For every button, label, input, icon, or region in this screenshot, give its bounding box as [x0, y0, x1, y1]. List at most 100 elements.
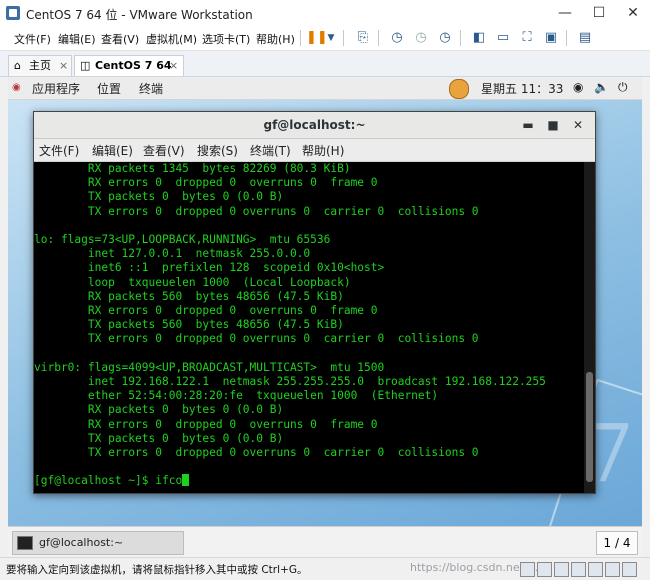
- tab-home-label: 主页: [29, 59, 51, 72]
- term-menu-search[interactable]: 搜索(S): [197, 142, 238, 159]
- terminal-line: virbr0: flags=4099<UP,BROADCAST,MULTICAS…: [34, 360, 385, 374]
- terminal-line: RX packets 560 bytes 48656 (47.5 KiB): [34, 289, 344, 303]
- term-menu-help[interactable]: 帮助(H): [302, 142, 344, 159]
- terminal-output[interactable]: RX packets 1345 bytes 82269 (80.3 KiB) R…: [34, 162, 584, 493]
- gnome-top-bar: ◉ 应用程序 位置 终端 星期五 11：33 ◉ 🔈 ⏻: [8, 77, 642, 100]
- device-printer-icon[interactable]: [605, 562, 620, 577]
- terminal-menu-bar: 文件(F) 编辑(E) 查看(V) 搜索(S) 终端(T) 帮助(H): [34, 139, 595, 162]
- power-icon[interactable]: ⏻: [618, 80, 628, 95]
- guest-taskbar: gf@localhost:~ 1 / 4: [8, 526, 642, 557]
- terminal-line: ether 52:54:00:28:20:fe txqueuelen 1000 …: [34, 389, 439, 403]
- terminal-line: inet 192.168.122.1 netmask 255.255.255.0…: [34, 375, 546, 389]
- sidebar-toggle-icon[interactable]: ◧: [470, 29, 488, 47]
- toolbar-divider: [300, 30, 301, 46]
- vmware-logo-icon: [6, 6, 20, 20]
- snapshot-icon[interactable]: ◷: [388, 29, 406, 47]
- toolbar-divider: [566, 30, 567, 46]
- places-menu[interactable]: 位置: [97, 80, 121, 97]
- minimize-icon[interactable]: —: [548, 0, 582, 26]
- device-cdrom-icon[interactable]: [537, 562, 552, 577]
- device-display-icon[interactable]: [622, 562, 637, 577]
- terminal-line: inet6 ::1 prefixlen 128 scopeid 0x10<hos…: [34, 261, 385, 275]
- term-menu-edit[interactable]: 编辑(E): [92, 142, 133, 159]
- volume-icon[interactable]: 🔈: [594, 80, 609, 94]
- clock[interactable]: 星期五 11：33: [481, 80, 563, 97]
- terminal-title-bar[interactable]: gf@localhost:~ ▬ ■ ✕: [34, 112, 595, 139]
- terminal-line: TX packets 0 bytes 0 (0.0 B): [34, 431, 284, 445]
- taskbar-terminal-item[interactable]: gf@localhost:~: [12, 531, 184, 555]
- menu-vm[interactable]: 虚拟机(M): [146, 31, 197, 47]
- toolbar-divider: [460, 30, 461, 46]
- terminal-line: TX errors 0 dropped 0 overruns 0 carrier…: [34, 204, 479, 218]
- terminal-prompt-line[interactable]: [gf@localhost ~]$ ifco: [34, 474, 546, 488]
- device-network-icon[interactable]: [554, 562, 569, 577]
- snapshot-manager-icon[interactable]: ◷: [436, 29, 454, 47]
- terminal-icon: [17, 536, 33, 550]
- tab-home[interactable]: ⌂ 主页 ×: [8, 55, 72, 76]
- watermark: https://blog.csdn.net/...: [410, 561, 539, 574]
- terminal-line: TX packets 560 bytes 48656 (47.5 KiB): [34, 318, 344, 332]
- term-menu-view[interactable]: 查看(V): [143, 142, 185, 159]
- terminal-scrollbar[interactable]: [584, 162, 595, 493]
- menu-file[interactable]: 文件(F): [14, 31, 51, 47]
- apps-menu-icon: ◉: [12, 82, 21, 93]
- taskbar-item-label: gf@localhost:~: [39, 536, 124, 549]
- vmware-menu-bar: 文件(F) 编辑(E) 查看(V) 虚拟机(M) 选项卡(T) 帮助(H) ❚❚…: [0, 26, 650, 51]
- text-cursor: [182, 474, 190, 487]
- maximize-icon[interactable]: ☐: [582, 0, 616, 26]
- maximize-icon[interactable]: ■: [545, 117, 561, 133]
- toolbar-divider: [343, 30, 344, 46]
- terminal-line: loop txqueuelen 1000 (Local Loopback): [34, 275, 351, 289]
- vmware-status-bar: 要将输入定向到该虚拟机，请将鼠标指针移入其中或按 Ctrl+G。 https:/…: [0, 557, 650, 580]
- unity-icon[interactable]: ▣: [542, 29, 560, 47]
- terminal-line: TX errors 0 dropped 0 overruns 0 carrier…: [34, 446, 479, 460]
- device-usb-icon[interactable]: [571, 562, 586, 577]
- terminal-line: lo: flags=73<UP,LOOPBACK,RUNNING> mtu 65…: [34, 233, 331, 247]
- term-menu-file[interactable]: 文件(F): [39, 142, 79, 159]
- terminal-line: RX packets 1345 bytes 82269 (80.3 KiB): [34, 162, 351, 175]
- menu-tabs[interactable]: 选项卡(T): [202, 31, 250, 47]
- shell-prompt: [gf@localhost ~]$: [34, 474, 156, 488]
- tab-close-icon[interactable]: ×: [59, 56, 68, 76]
- updates-icon[interactable]: [449, 79, 469, 99]
- console-view-icon[interactable]: ▭: [494, 29, 512, 47]
- minimize-icon[interactable]: ▬: [520, 117, 536, 133]
- term-menu-terminal[interactable]: 终端(T): [250, 142, 291, 159]
- home-icon: ⌂: [14, 59, 21, 72]
- terminal-line: RX packets 0 bytes 0 (0.0 B): [34, 403, 284, 417]
- toolbar-divider: [378, 30, 379, 46]
- scrollbar-thumb[interactable]: [586, 372, 593, 482]
- terminal-title: gf@localhost:~: [263, 118, 366, 132]
- tab-close-icon[interactable]: ×: [169, 56, 178, 76]
- network-icon[interactable]: ◉: [573, 80, 583, 94]
- vmware-tab-bar: ⌂ 主页 × ◫ CentOS 7 64 位 ×: [0, 52, 650, 92]
- terminal-line: RX errors 0 dropped 0 overruns 0 frame 0: [34, 304, 378, 318]
- menu-help[interactable]: 帮助(H): [256, 31, 295, 47]
- fullscreen-icon[interactable]: ⛶: [518, 29, 536, 47]
- command-input[interactable]: ifco: [155, 474, 182, 487]
- close-icon[interactable]: ✕: [616, 0, 650, 26]
- vmware-title-bar: CentOS 7 64 位 - VMware Workstation — ☐ ✕: [0, 0, 650, 26]
- workspace-pager[interactable]: 1 / 4: [596, 531, 638, 555]
- terminal-line: TX errors 0 dropped 0 overruns 0 carrier…: [34, 332, 479, 346]
- terminal-app-menu[interactable]: 终端: [139, 80, 163, 97]
- send-ctrl-alt-del-icon[interactable]: ⎘: [354, 29, 372, 47]
- terminal-text: RX packets 1345 bytes 82269 (80.3 KiB) R…: [34, 162, 546, 489]
- terminal-line: inet 127.0.0.1 netmask 255.0.0.0: [34, 247, 311, 261]
- terminal-line: TX packets 0 bytes 0 (0.0 B): [34, 190, 284, 204]
- terminal-line: RX errors 0 dropped 0 overruns 0 frame 0: [34, 176, 378, 190]
- menu-view[interactable]: 查看(V): [101, 31, 139, 47]
- close-icon[interactable]: ✕: [570, 117, 586, 133]
- chevron-down-icon[interactable]: ▼: [322, 29, 340, 47]
- terminal-line: RX errors 0 dropped 0 overruns 0 frame 0: [34, 417, 378, 431]
- device-sound-icon[interactable]: [588, 562, 603, 577]
- applications-menu[interactable]: 应用程序: [32, 80, 80, 97]
- device-hdd-icon[interactable]: [520, 562, 535, 577]
- revert-snapshot-icon[interactable]: ◷: [412, 29, 430, 47]
- library-icon[interactable]: ▤: [576, 29, 594, 47]
- tab-centos[interactable]: ◫ CentOS 7 64 位 ×: [74, 55, 184, 92]
- menu-edit[interactable]: 编辑(E): [58, 31, 96, 47]
